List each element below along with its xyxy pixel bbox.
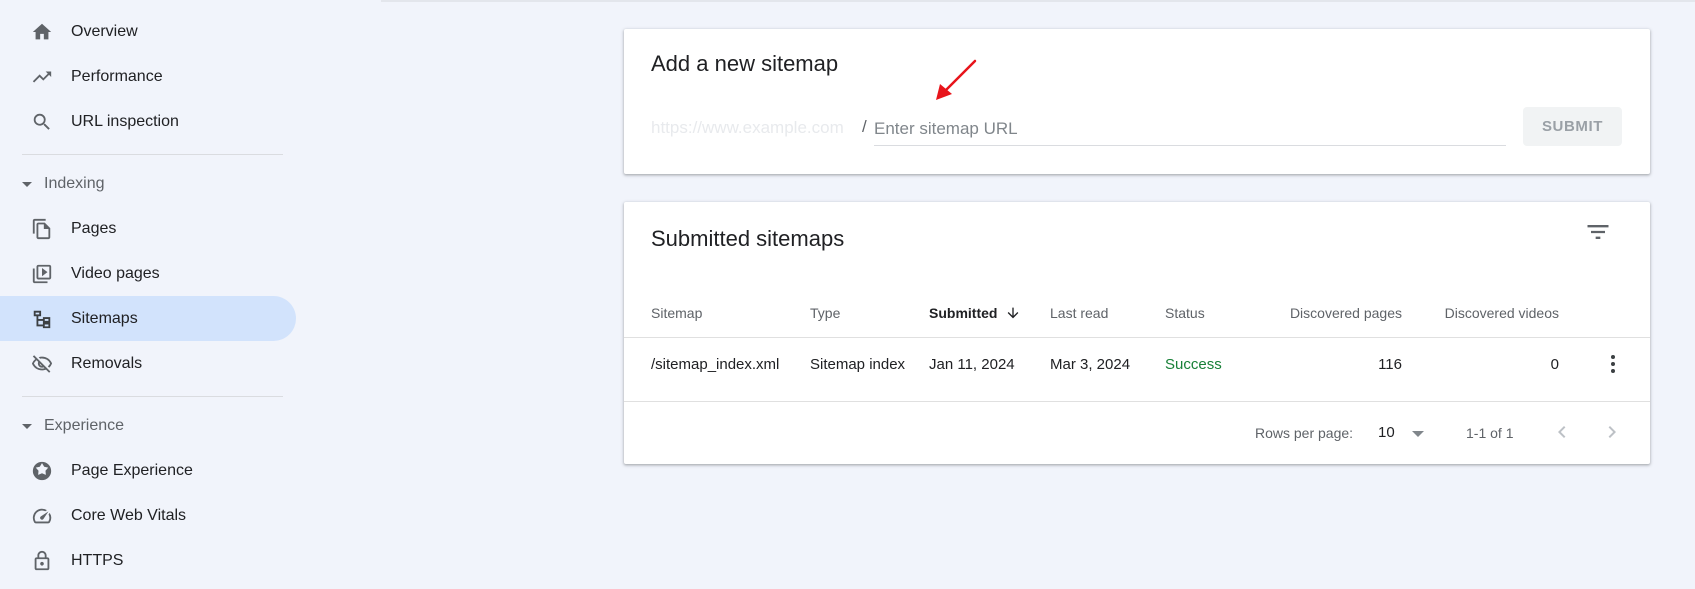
nav-item-sitemaps[interactable]: Sitemaps — [0, 296, 296, 341]
chevron-right-icon[interactable] — [1600, 420, 1624, 444]
sitemap-icon — [30, 307, 54, 331]
sidebar-nav: Overview Performance URL inspection Inde… — [0, 0, 300, 589]
cell-discovered-videos: 0 — [1550, 356, 1559, 373]
speed-gauge-icon — [30, 504, 54, 528]
nav-item-label: Page Experience — [71, 461, 193, 479]
column-header-status[interactable]: Status — [1165, 305, 1205, 321]
filter-icon[interactable] — [1584, 218, 1612, 246]
home-icon — [30, 20, 54, 44]
annotation-arrow-icon — [936, 59, 977, 100]
submitted-sitemaps-card: Submitted sitemaps Sitemap Type Submitte… — [624, 202, 1650, 464]
nav-item-label: Core Web Vitals — [71, 506, 187, 524]
rows-per-page-select[interactable]: 10 — [1378, 424, 1395, 441]
column-header-discovered-videos[interactable]: Discovered videos — [1414, 305, 1559, 321]
add-sitemap-card: Add a new sitemap https://www.example.co… — [624, 29, 1650, 174]
add-sitemap-title: Add a new sitemap — [651, 51, 839, 76]
chevron-left-icon[interactable] — [1550, 420, 1574, 444]
row-divider — [624, 401, 1650, 402]
sitemap-url-input[interactable] — [874, 113, 1506, 146]
video-pages-icon — [30, 262, 54, 286]
trending-up-icon — [30, 65, 54, 89]
nav-item-https[interactable]: HTTPS — [0, 538, 296, 583]
nav-item-label: URL inspection — [71, 112, 179, 130]
nav-item-core-web-vitals[interactable]: Core Web Vitals — [0, 493, 296, 538]
cell-sitemap[interactable]: /sitemap_index.xml — [651, 356, 779, 373]
caret-down-icon — [22, 181, 32, 187]
nav-item-performance[interactable]: Performance — [0, 54, 296, 99]
submitted-sitemaps-title: Submitted sitemaps — [651, 226, 845, 251]
nav-item-label: Sitemaps — [71, 309, 138, 327]
column-header-label: Submitted — [929, 305, 998, 321]
row-divider — [624, 337, 1650, 338]
section-header-indexing[interactable]: Indexing — [0, 164, 290, 204]
pagination-range: 1-1 of 1 — [1466, 425, 1514, 441]
cell-status: Success — [1165, 356, 1222, 373]
nav-item-label: HTTPS — [71, 551, 124, 569]
section-header-experience[interactable]: Experience — [0, 406, 290, 446]
section-header-label: Experience — [44, 417, 125, 434]
column-header-sitemap[interactable]: Sitemap — [651, 305, 702, 321]
nav-item-label: Removals — [71, 354, 143, 372]
url-slash: / — [862, 117, 867, 136]
column-header-discovered-pages[interactable]: Discovered pages — [1264, 305, 1402, 321]
section-header-label: Indexing — [44, 175, 105, 192]
cell-submitted: Jan 11, 2024 — [929, 356, 1015, 373]
cell-discovered-pages: 116 — [1378, 356, 1402, 373]
dropdown-caret-icon[interactable] — [1412, 431, 1424, 437]
nav-item-url-inspection[interactable]: URL inspection — [0, 99, 296, 144]
nav-item-video-pages[interactable]: Video pages — [0, 251, 296, 296]
nav-divider — [22, 396, 283, 397]
cell-last-read: Mar 3, 2024 — [1050, 356, 1131, 373]
pages-icon — [30, 217, 54, 241]
search-icon — [30, 110, 54, 134]
nav-item-label: Pages — [71, 219, 117, 237]
nav-item-label: Video pages — [71, 264, 160, 282]
nav-item-label: Performance — [71, 67, 163, 85]
column-header-type[interactable]: Type — [810, 305, 840, 321]
top-border — [381, 0, 1695, 2]
arrow-down-icon — [1008, 307, 1019, 319]
caret-down-icon — [22, 423, 32, 429]
nav-divider — [22, 154, 283, 155]
nav-item-page-experience[interactable]: Page Experience — [0, 448, 296, 493]
cell-type: Sitemap index — [810, 356, 906, 373]
lock-icon — [30, 549, 54, 573]
column-header-last-read[interactable]: Last read — [1050, 305, 1108, 321]
nav-item-pages[interactable]: Pages — [0, 206, 296, 251]
more-vert-icon[interactable] — [1601, 352, 1625, 376]
nav-item-overview[interactable]: Overview — [0, 9, 296, 54]
column-header-submitted[interactable]: Submitted — [929, 305, 1021, 321]
nav-item-removals[interactable]: Removals — [0, 341, 296, 386]
nav-item-label: Overview — [71, 22, 138, 40]
visibility-off-icon — [30, 352, 54, 376]
submit-button[interactable]: SUBMIT — [1523, 107, 1622, 146]
url-prefix: https://www.example.com — [651, 118, 844, 137]
rows-per-page-label: Rows per page: — [1255, 425, 1354, 441]
page-experience-icon — [30, 459, 54, 483]
